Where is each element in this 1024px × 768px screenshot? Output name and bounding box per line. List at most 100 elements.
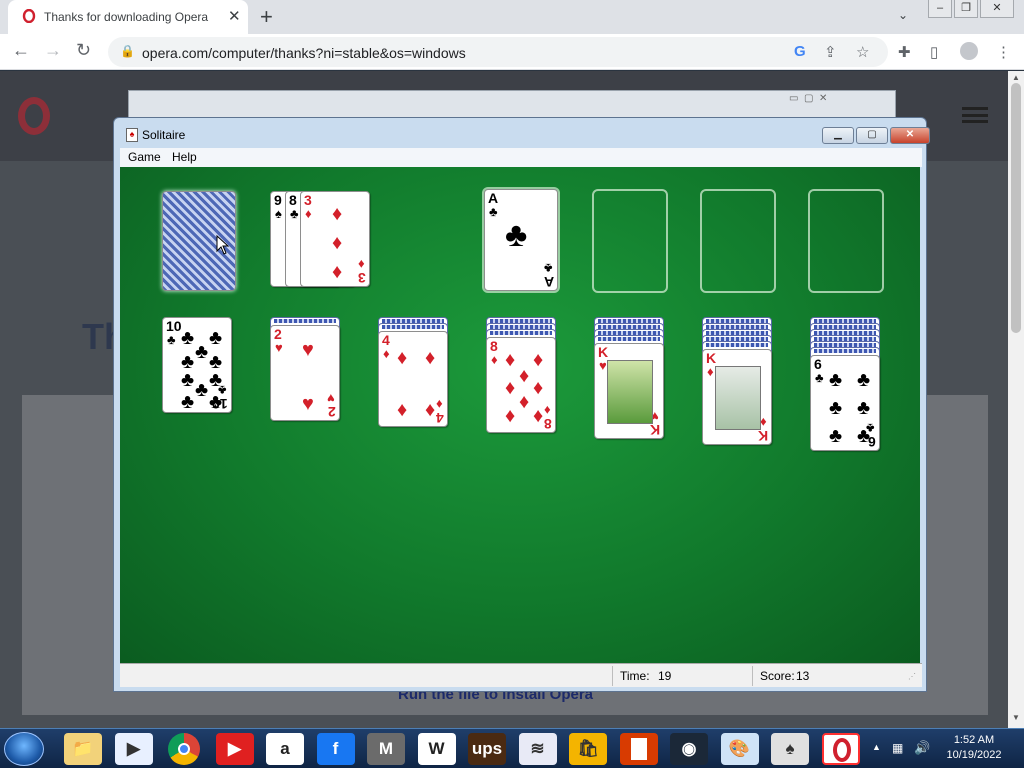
forward-arrow-icon[interactable]: → <box>44 40 62 61</box>
network-icon[interactable]: ▦ <box>892 741 903 755</box>
card-pip-icon: ♦ <box>505 405 516 427</box>
menu-game[interactable]: Game <box>128 150 161 164</box>
volume-icon[interactable]: 🔊 <box>914 740 930 756</box>
url-text[interactable]: opera.com/computer/thanks?ni=stable&os=w… <box>142 45 466 61</box>
back-arrow-icon[interactable]: ← <box>12 40 30 61</box>
minimize-window-button[interactable]: – <box>928 0 952 18</box>
close-window-button[interactable]: ✕ <box>980 0 1014 18</box>
card-pip-icon: ♦ <box>533 405 544 427</box>
solitaire-minimize-button[interactable]: ▁ <box>822 127 854 144</box>
card-suit-icon: ♦ <box>305 206 312 221</box>
youtube-icon[interactable]: ▶ <box>215 733 254 765</box>
address-bar[interactable]: 🔒 opera.com/computer/thanks?ni=stable&os… <box>108 37 888 67</box>
card-rank: 2 <box>274 326 282 342</box>
menu-kebab-icon[interactable]: ⋮ <box>996 43 1011 61</box>
restore-window-button[interactable]: ❐ <box>954 0 978 18</box>
time-value: 19 <box>658 669 672 683</box>
solitaire-window: ♠ Solitaire ▁ ▢ ✕ Game Help 9♠9♠8♣8♣♣♣♣♣… <box>113 117 930 692</box>
score-label: Score: <box>760 669 795 683</box>
card-pip-icon: ♣ <box>829 369 843 391</box>
page-scrollbar[interactable]: ▲ ▼ <box>1008 71 1024 728</box>
king-artwork <box>715 366 761 430</box>
bookmark-star-icon[interactable]: ☆ <box>856 43 869 61</box>
solitaire-icon[interactable]: ♠ <box>771 733 809 765</box>
playing-card[interactable]: K ♥ K ♥ <box>594 343 664 439</box>
card-suit-icon: ♦ <box>544 403 551 418</box>
hamburger-menu-icon[interactable] <box>962 107 988 123</box>
tray-expand-icon[interactable]: ▲ <box>872 742 881 752</box>
side-panel-icon[interactable]: ▯ <box>930 43 938 61</box>
card-pip-icon: ♦ <box>505 377 516 399</box>
scroll-down-icon[interactable]: ▼ <box>1012 713 1020 722</box>
share-icon[interactable]: ⇪ <box>824 43 837 61</box>
status-divider <box>612 666 613 686</box>
clock-date[interactable]: 10/19/2022 <box>934 749 1014 761</box>
bank-of-america-icon[interactable]: ≋ <box>518 733 557 765</box>
card-suit-icon: ♦ <box>707 364 714 379</box>
opera-logo-icon[interactable] <box>18 97 50 135</box>
solitaire-close-button[interactable]: ✕ <box>890 127 930 144</box>
extensions-icon[interactable]: ✚ <box>898 43 911 61</box>
status-bar: Time: 19 Score: 13 ⋰ <box>120 663 922 687</box>
facebook-icon[interactable]: f <box>316 733 355 765</box>
menu-help[interactable]: Help <box>172 150 197 164</box>
playing-card[interactable]: 4 ♦ 4 ♦ ♦ ♦ ♦ ♦ <box>378 331 448 427</box>
card-pip-icon: ♣ <box>209 369 223 391</box>
ups-icon[interactable]: ups <box>468 733 506 765</box>
card-suit-icon: ♥ <box>327 391 335 406</box>
scroll-thumb[interactable] <box>1011 83 1021 333</box>
card-pip-icon: ♦ <box>519 391 530 413</box>
start-button[interactable] <box>4 732 44 766</box>
folder-icon[interactable]: 📁 <box>64 733 102 765</box>
foundation-slot[interactable] <box>592 189 668 293</box>
card-rank: A <box>543 274 554 290</box>
opera-o <box>832 738 851 762</box>
card-pip-icon: ♣ <box>195 341 209 363</box>
card-rank: A <box>488 190 499 206</box>
background-window-controls: ▭ ▢ ✕ <box>789 93 828 104</box>
wikipedia-icon[interactable]: W <box>417 733 456 765</box>
card-pip-icon: ♣ <box>209 391 223 413</box>
media-player-icon[interactable]: ▶ <box>114 733 153 765</box>
profile-avatar-icon[interactable] <box>960 42 978 60</box>
resize-grip-icon[interactable]: ⋰ <box>908 672 916 681</box>
store-bag-icon[interactable]: 🛍 <box>569 733 607 765</box>
foundation-slot[interactable] <box>808 189 884 293</box>
solitaire-title-bar[interactable]: ♠ Solitaire ▁ ▢ ✕ <box>118 122 930 144</box>
chrome-icon[interactable] <box>168 733 200 765</box>
card-pip-icon: ♣ <box>181 391 195 413</box>
card-suit-icon: ♦ <box>383 346 390 361</box>
scroll-up-icon[interactable]: ▲ <box>1012 73 1020 82</box>
windows-taskbar: 📁 ▶ ▶ a f M Wups ≋ 🛍 ◉ 🎨 ♠ ▲ ▦ 🔊 1:52 AM 10/19/2022 <box>0 728 1024 768</box>
lock-icon[interactable]: 🔒 <box>120 44 135 58</box>
tab-close-icon[interactable]: ✕ <box>228 7 241 25</box>
office-icon[interactable] <box>619 733 658 765</box>
playing-card[interactable]: 10 ♣ 10 ♣ ♣ ♣ ♣ ♣ ♣ ♣ ♣ ♣ ♣ ♣ <box>162 317 232 413</box>
solitaire-maximize-button[interactable]: ▢ <box>856 127 888 144</box>
card-rank: 10 <box>166 318 182 334</box>
playing-card[interactable]: 2 ♥ 2 ♥ ♥ ♥ <box>270 325 340 421</box>
tab-search-chevron-icon[interactable]: ⌄ <box>898 8 908 22</box>
amazon-icon[interactable]: a <box>266 733 304 765</box>
m-app-icon[interactable]: M <box>367 733 405 765</box>
playing-card[interactable]: 6 ♣ 6 ♣ ♣ ♣ ♣ ♣ ♣ ♣ <box>810 355 880 451</box>
card-rank: K <box>649 422 660 438</box>
foundation-slot[interactable] <box>700 189 776 293</box>
playing-card[interactable]: K ♦ K ♦ <box>702 349 772 445</box>
clock-time[interactable]: 1:52 AM <box>934 734 1014 746</box>
card-pip-icon: ♣ <box>181 327 195 349</box>
browser-tab[interactable]: Thanks for downloading Opera ✕ <box>8 0 248 34</box>
new-tab-button[interactable]: + <box>260 4 273 30</box>
google-lens-icon[interactable]: G <box>794 43 806 60</box>
card-rank: K <box>598 344 609 360</box>
playing-card[interactable]: 3 ♦ 3 ♦ ♦ ♦ ♦ <box>300 191 370 287</box>
card-pip-icon: ♣ <box>857 369 871 391</box>
reload-icon[interactable]: ↻ <box>76 40 91 61</box>
card-pip-icon: ♦ <box>425 347 436 369</box>
paint-icon[interactable]: 🎨 <box>720 733 759 765</box>
opera-icon[interactable] <box>821 733 860 765</box>
steam-icon[interactable]: ◉ <box>670 733 708 765</box>
playing-card[interactable]: 8 ♦ 8 ♦ ♦ ♦ ♦ ♦ ♦ ♦ ♦ ♦ <box>486 337 556 433</box>
playing-card[interactable]: A ♣ A ♣ ♣ <box>484 189 558 291</box>
status-divider <box>752 666 753 686</box>
